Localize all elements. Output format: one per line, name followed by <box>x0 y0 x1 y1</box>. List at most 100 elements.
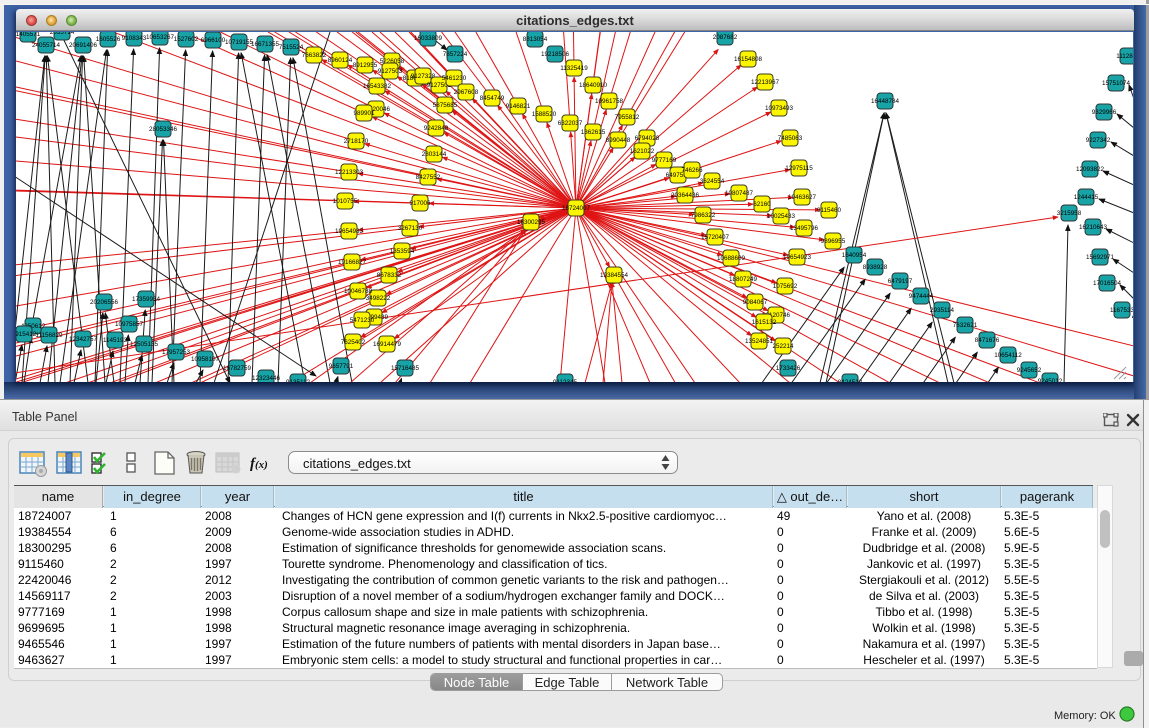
svg-text:9115460: 9115460 <box>817 207 842 214</box>
svg-text:2967608: 2967608 <box>454 89 479 96</box>
svg-text:12323446: 12323446 <box>252 375 281 382</box>
svg-text:16671355: 16671355 <box>251 41 280 48</box>
svg-text:10046788: 10046788 <box>344 288 373 295</box>
svg-text:10025433: 10025433 <box>767 213 796 220</box>
svg-text:19166827: 19166827 <box>338 259 367 266</box>
svg-text:2055714: 2055714 <box>50 32 75 36</box>
svg-text:5875685: 5875685 <box>433 102 458 109</box>
svg-text:12213967: 12213967 <box>751 79 780 86</box>
svg-text:6479197: 6479197 <box>888 278 913 285</box>
svg-text:12975115: 12975115 <box>785 165 813 172</box>
svg-text:3215958: 3215958 <box>1057 210 1082 217</box>
svg-text:10688609: 10688609 <box>717 255 746 262</box>
svg-text:11325419: 11325419 <box>560 65 588 72</box>
svg-text:6794028: 6794028 <box>635 135 660 142</box>
svg-text:12093822: 12093822 <box>1076 166 1105 173</box>
svg-text:252214: 252214 <box>772 343 794 350</box>
svg-text:9777169: 9777169 <box>652 157 677 164</box>
svg-text:8471676: 8471676 <box>975 337 1000 344</box>
svg-text:28053346: 28053346 <box>149 126 178 133</box>
svg-text:917006: 917006 <box>409 200 431 207</box>
svg-text:3267130: 3267130 <box>398 225 423 232</box>
svg-text:7857224: 7857224 <box>443 51 468 58</box>
svg-text:9084067: 9084067 <box>743 299 768 306</box>
svg-text:10654112: 10654112 <box>994 352 1022 359</box>
svg-text:8912955: 8912955 <box>353 62 378 69</box>
svg-text:16033809: 16033809 <box>414 35 443 42</box>
svg-text:9329966: 9329966 <box>1092 109 1117 116</box>
svg-text:10961758: 10961758 <box>595 98 624 105</box>
svg-text:989901: 989901 <box>353 110 375 117</box>
svg-text:20364436: 20364436 <box>671 192 700 199</box>
svg-text:20206556: 20206556 <box>90 299 119 306</box>
svg-text:1615132: 1615132 <box>752 319 777 326</box>
svg-text:9657791: 9657791 <box>329 363 354 370</box>
svg-text:24055714: 24055714 <box>32 42 61 49</box>
svg-text:1362615: 1362615 <box>581 129 606 136</box>
svg-text:2803144: 2803144 <box>422 151 447 158</box>
svg-text:19463627: 19463627 <box>788 194 817 201</box>
svg-text:19384554: 19384554 <box>600 272 629 279</box>
svg-text:3624554: 3624554 <box>700 178 725 185</box>
svg-text:18807249: 18807249 <box>729 276 758 283</box>
svg-text:9108343: 9108343 <box>122 35 147 42</box>
svg-text:7515524: 7515524 <box>279 44 304 51</box>
svg-text:62160: 62160 <box>753 201 771 208</box>
svg-text:10719155: 10719155 <box>225 39 254 46</box>
svg-text:16543382: 16543382 <box>363 83 392 90</box>
svg-text:12505135: 12505135 <box>130 341 159 348</box>
svg-text:10958107: 10958107 <box>191 356 220 363</box>
svg-text:1075692: 1075692 <box>773 283 798 290</box>
svg-text:16154808: 16154808 <box>734 56 763 63</box>
svg-text:8424512: 8424512 <box>838 379 863 382</box>
svg-text:20691406: 20691406 <box>69 42 98 49</box>
svg-text:9245012: 9245012 <box>1038 378 1063 382</box>
svg-text:10807487: 10807487 <box>725 190 754 197</box>
svg-text:16210643: 16210643 <box>1079 224 1108 231</box>
svg-text:1527602: 1527602 <box>174 36 199 43</box>
svg-text:18640910: 18640910 <box>579 82 608 89</box>
svg-text:10653267: 10653267 <box>146 34 175 41</box>
svg-text:f(x): f(x) <box>250 456 268 472</box>
svg-text:15692971: 15692971 <box>1086 254 1115 261</box>
svg-text:3498222: 3498222 <box>366 295 391 302</box>
svg-text:13524851: 13524851 <box>745 338 774 345</box>
svg-text:8454749: 8454749 <box>480 95 505 102</box>
svg-text:3915412: 3915412 <box>16 331 37 338</box>
svg-text:9135112: 9135112 <box>286 379 311 382</box>
svg-text:7663822: 7663822 <box>302 52 327 59</box>
svg-text:17957253: 17957253 <box>162 349 191 356</box>
svg-text:2718170: 2718170 <box>344 138 369 145</box>
svg-text:9127503: 9127503 <box>378 68 403 75</box>
svg-text:17016504: 17016504 <box>1093 280 1122 287</box>
svg-text:7986322: 7986322 <box>691 212 716 219</box>
svg-text:15751074: 15751074 <box>1102 80 1131 87</box>
svg-text:16782759: 16782759 <box>223 365 252 372</box>
svg-text:19218506: 19218506 <box>541 51 570 58</box>
svg-text:15720407: 15720407 <box>701 234 730 241</box>
svg-text:7485063: 7485063 <box>778 135 803 142</box>
svg-text:1167533: 1167533 <box>1110 307 1133 314</box>
svg-text:6966100: 6966100 <box>201 37 226 44</box>
svg-text:19654983: 19654983 <box>335 228 364 235</box>
svg-text:9112345: 9112345 <box>553 379 578 382</box>
svg-text:2935114: 2935114 <box>930 307 955 314</box>
svg-text:9242848: 9242848 <box>424 125 449 132</box>
svg-text:13495796: 13495796 <box>790 225 819 232</box>
svg-text:9474444: 9474444 <box>909 293 934 300</box>
svg-text:7632621: 7632621 <box>953 322 978 329</box>
svg-text:12213303: 12213303 <box>335 169 364 176</box>
svg-text:10973493: 10973493 <box>765 105 794 112</box>
svg-text:1112842: 1112842 <box>1116 53 1133 60</box>
svg-text:1405571: 1405571 <box>16 32 41 38</box>
svg-text:7955812: 7955812 <box>615 114 640 121</box>
svg-text:8938928: 8938928 <box>863 264 888 271</box>
svg-text:1010755: 1010755 <box>333 198 358 205</box>
svg-text:8427552: 8427552 <box>416 174 441 181</box>
svg-text:6322037: 6322037 <box>558 120 583 127</box>
svg-text:16448784: 16448784 <box>871 98 900 105</box>
svg-text:1145193: 1145193 <box>103 337 128 344</box>
svg-text:1640954: 1640954 <box>842 252 867 259</box>
svg-text:15716485: 15716485 <box>391 365 420 372</box>
svg-text:9146821: 9146821 <box>506 103 531 110</box>
